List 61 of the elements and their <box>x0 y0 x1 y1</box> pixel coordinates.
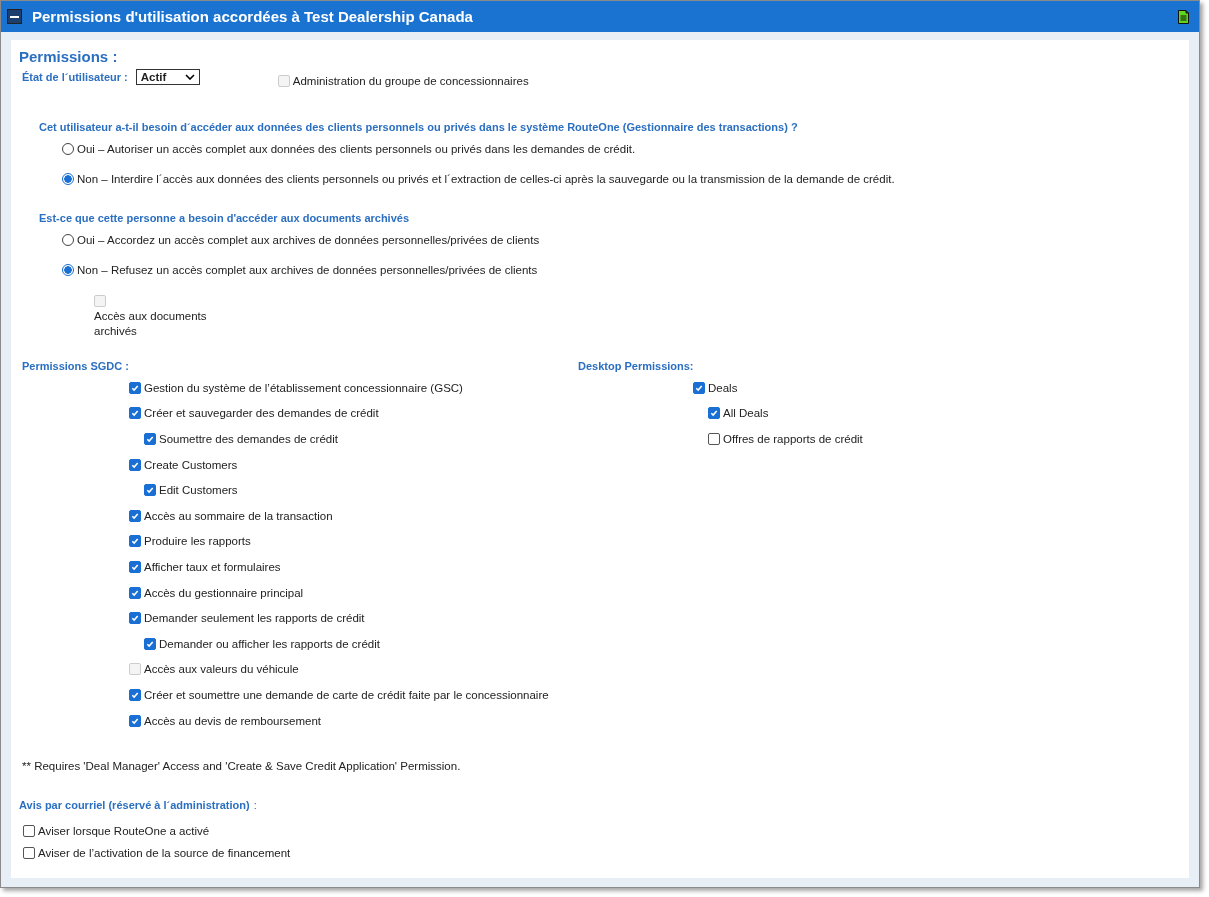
field-label: État de l´utilisateur : <box>22 71 128 83</box>
question-text: Est-ce que cette personne a besoin d'accéder aux documents archivés <box>39 212 411 224</box>
checkbox[interactable] <box>129 509 141 522</box>
checkbox-label: Administration du groupe de concessionnaires <box>292 75 529 87</box>
section-title: Avis par courriel (réservé à l´administration) <box>19 799 250 812</box>
permission-label: Accès au devis de remboursement <box>144 714 322 727</box>
permission-label: Créer et soumettre une demande de carte de crédit faite par le concessionnaire <box>144 688 549 701</box>
permission-label: Soumettre des demandes de crédit <box>159 433 338 445</box>
permission-label: Demander ou afficher les rapports de crédit <box>159 637 380 650</box>
radio-button[interactable] <box>62 143 74 155</box>
checkbox[interactable] <box>23 825 35 838</box>
section-title: Desktop Permissions: <box>578 360 695 372</box>
permission-label: Gestion du système de l’établissement concessionnaire (GSC) <box>144 381 463 394</box>
checkbox[interactable] <box>129 381 141 394</box>
collapse-button[interactable] <box>7 9 22 24</box>
checkbox[interactable] <box>129 407 141 420</box>
checkbox-label: Accès aux documents archivés <box>94 309 208 339</box>
permission-label: Accès du gestionnaire principal <box>144 586 304 599</box>
radio-button[interactable] <box>62 234 74 246</box>
radio-button[interactable] <box>62 264 74 276</box>
question-text: Cet utilisateur a-t-il besoin d´accéder aux données des clients personnels ou privés dans le système RouteOne (Gestionnaire des transactions) ? <box>39 121 799 133</box>
checkbox[interactable] <box>23 847 35 860</box>
permission-label: Accès aux valeurs du véhicule <box>144 663 299 676</box>
checkbox-label: Aviser lorsque RouteOne a activé <box>38 825 210 838</box>
permission-label: Afficher taux et formulaires <box>144 560 281 573</box>
permission-label: Offres de rapports de crédit <box>723 433 863 445</box>
permission-label: Deals <box>708 381 738 394</box>
checkbox[interactable] <box>129 688 141 701</box>
checkbox[interactable] <box>129 586 141 599</box>
option-label: Non – Interdire l´accès aux données des clients personnels ou privés et l´extraction de celles-ci après la sauvegarde ou la transmission de la demande de crédit. <box>77 173 895 185</box>
checkbox[interactable] <box>144 484 156 497</box>
status-dropdown[interactable]: Actif <box>135 69 200 85</box>
chevron-down-icon <box>184 74 195 80</box>
checkbox[interactable] <box>144 637 156 650</box>
option-label: Non – Refusez un accès complet aux archives de données personnelles/privées de clients <box>77 264 538 276</box>
permission-label: Créer et sauvegarder des demandes de crédit <box>144 407 379 420</box>
section-heading: Permissions : <box>19 48 119 65</box>
document-icon[interactable] <box>1178 9 1189 24</box>
section-title: Permissions SGDC : <box>22 360 130 372</box>
window-title: Permissions d'utilisation accordées à Test Dealership Canada <box>32 8 474 25</box>
checkbox[interactable] <box>129 714 141 727</box>
colon-text: : <box>253 799 257 812</box>
permission-label: All Deals <box>723 407 769 420</box>
permission-label: Demander seulement les rapports de crédit <box>144 612 365 625</box>
option-label: Oui – Autoriser un accès complet aux données des clients personnels ou privés dans les demandes de crédit. <box>77 143 636 155</box>
footnote: ** Requires 'Deal Manager' Access and 'Create & Save Credit Application' Permission. <box>22 760 462 773</box>
checkbox[interactable] <box>693 381 705 394</box>
option-label: Oui – Accordez un accès complet aux archives de données personnelles/privées de clients <box>77 234 540 246</box>
checkbox[interactable] <box>129 560 141 573</box>
permission-label: Create Customers <box>144 458 238 471</box>
checkbox[interactable] <box>129 612 141 625</box>
checkbox[interactable] <box>129 535 141 548</box>
checkbox-label: Aviser de l’activation de la source de financement <box>38 847 291 860</box>
permission-label: Produire les rapports <box>144 535 251 548</box>
checkbox[interactable] <box>708 407 720 420</box>
checkbox[interactable] <box>129 458 141 471</box>
checkbox[interactable] <box>144 433 156 445</box>
checkbox[interactable] <box>708 433 720 445</box>
permission-label: Edit Customers <box>159 484 238 497</box>
radio-button[interactable] <box>62 173 74 185</box>
permission-label: Accès au sommaire de la transaction <box>144 509 333 522</box>
